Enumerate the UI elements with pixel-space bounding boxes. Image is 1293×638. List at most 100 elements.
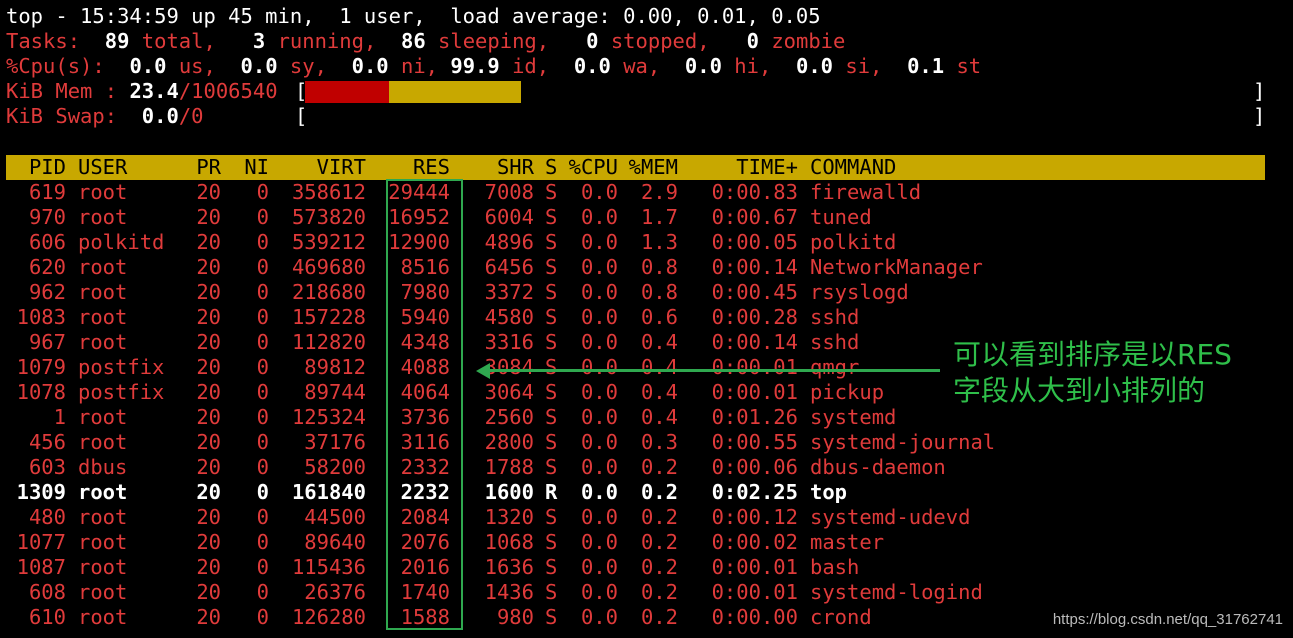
uptime-line: top - 15:34:59 up 45 min, 1 user, load a… — [6, 4, 821, 28]
cell-cpu: 0.0 — [580, 205, 618, 229]
cell-user: postfix — [78, 380, 165, 404]
cell-cpu: 0.0 — [580, 355, 618, 379]
cell-user: polkitd — [78, 230, 165, 254]
cell-time: 0:00.01 — [711, 380, 798, 404]
cell-virt: 37176 — [304, 430, 366, 454]
cell-mem: 0.4 — [640, 330, 678, 354]
cell-pr: 20 — [196, 605, 221, 629]
cell-time: 0:00.05 — [711, 230, 798, 254]
tasks-stopped: 0 — [586, 29, 599, 53]
cell-user: root — [78, 555, 128, 579]
cell-time: 0:00.01 — [711, 355, 798, 379]
cell-command: systemd-logind — [810, 580, 983, 604]
cell-time: 0:00.02 — [711, 530, 798, 554]
mem-bar-right: ] — [1253, 79, 1266, 103]
swap-used: 0.0 — [141, 104, 179, 128]
cpu-sy-label: sy, — [289, 54, 327, 78]
terminal-window[interactable]: top - 15:34:59 up 45 min, 1 user, load a… — [0, 0, 1293, 638]
cell-ni: 0 — [256, 430, 269, 454]
cell-user: root — [78, 280, 128, 304]
cell-time: 0:00.14 — [711, 255, 798, 279]
cell-pr: 20 — [196, 180, 221, 204]
cell-command: polkitd — [810, 230, 897, 254]
cell-mem: 0.2 — [640, 480, 678, 504]
cell-state: S — [545, 380, 558, 404]
cell-command: rsyslogd — [810, 280, 909, 304]
cpu-wa-label: wa, — [623, 54, 661, 78]
cell-pr: 20 — [196, 530, 221, 554]
cell-command: systemd-udevd — [810, 505, 971, 529]
cell-pid: 967 — [28, 330, 66, 354]
swap-line: KiB Swap: 0.0/0 — [6, 104, 204, 129]
cell-pr: 20 — [196, 430, 221, 454]
cell-time: 0:00.01 — [711, 580, 798, 604]
cell-command: sshd — [810, 305, 860, 329]
cell-command: sshd — [810, 330, 860, 354]
cell-state: S — [545, 180, 558, 204]
cell-pid: 1083 — [16, 305, 66, 329]
cell-state: S — [545, 605, 558, 629]
tasks-stopped-label: stopped, — [610, 29, 710, 53]
cell-command: crond — [810, 605, 872, 629]
cell-pid: 608 — [28, 580, 66, 604]
cell-state: S — [545, 530, 558, 554]
cell-shr: 3084 — [484, 355, 534, 379]
annotation-text: 可以看到排序是以RES 字段从大到小排列的 — [953, 337, 1232, 409]
cell-ni: 0 — [256, 255, 269, 279]
cell-time: 0:00.45 — [711, 280, 798, 304]
column-header-shr: SHR — [496, 155, 534, 179]
cell-user: root — [78, 605, 128, 629]
cpu-us: 0.0 — [129, 54, 167, 78]
cell-shr: 2560 — [484, 405, 534, 429]
cell-mem: 1.3 — [640, 230, 678, 254]
mem-total: /1006540 — [178, 79, 278, 103]
mem-bar-used-segment — [305, 81, 389, 103]
column-header-mem: %MEM — [628, 155, 678, 179]
cpu-si-label: si, — [845, 54, 883, 78]
column-header-time: TIME+ — [736, 155, 798, 179]
cell-shr: 1320 — [484, 505, 534, 529]
cell-ni: 0 — [256, 280, 269, 304]
cell-pid: 606 — [28, 230, 66, 254]
cell-time: 0:00.01 — [711, 555, 798, 579]
swap-bar-right: ] — [1253, 104, 1266, 128]
cell-state: S — [545, 580, 558, 604]
cell-pr: 20 — [196, 505, 221, 529]
tasks-sleeping-label: sleeping, — [438, 29, 550, 53]
mem-bar-cache-segment — [389, 81, 521, 103]
cell-time: 0:00.28 — [711, 305, 798, 329]
cell-state: S — [545, 230, 558, 254]
cell-ni: 0 — [256, 380, 269, 404]
cell-mem: 0.4 — [640, 405, 678, 429]
cell-virt: 539212 — [291, 230, 366, 254]
cpu-label: %Cpu(s): — [6, 54, 105, 78]
cell-shr: 6456 — [484, 255, 534, 279]
cell-cpu: 0.0 — [580, 505, 618, 529]
cell-shr: 4580 — [484, 305, 534, 329]
cell-command: dbus-daemon — [810, 455, 946, 479]
cell-command: qmgr — [810, 355, 860, 379]
cell-virt: 157228 — [291, 305, 366, 329]
cell-mem: 1.7 — [640, 205, 678, 229]
cell-shr: 1436 — [484, 580, 534, 604]
cell-time: 0:00.14 — [711, 330, 798, 354]
cell-user: root — [78, 580, 128, 604]
cell-time: 0:00.06 — [711, 455, 798, 479]
cell-command: tuned — [810, 205, 872, 229]
cell-cpu: 0.0 — [580, 230, 618, 254]
cell-time: 0:01.26 — [711, 405, 798, 429]
cell-state: S — [545, 505, 558, 529]
annotation-line-1: 可以看到排序是以RES — [953, 338, 1232, 371]
cell-cpu: 0.0 — [580, 555, 618, 579]
cell-user: postfix — [78, 355, 165, 379]
cell-state: S — [545, 205, 558, 229]
cpu-ni-label: ni, — [401, 54, 439, 78]
column-header-pr: PR — [196, 155, 221, 179]
cell-state: S — [545, 305, 558, 329]
cell-virt: 58200 — [304, 455, 366, 479]
cell-state: S — [545, 455, 558, 479]
swap-total: /0 — [178, 104, 204, 128]
cell-command: pickup — [810, 380, 885, 404]
tasks-total: 89 — [104, 29, 130, 53]
cell-state: S — [545, 405, 558, 429]
